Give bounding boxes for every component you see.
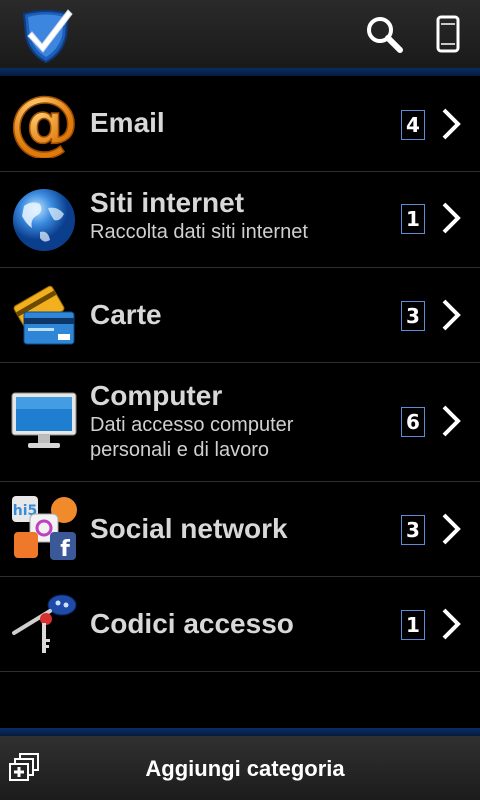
credit-cards-icon <box>13 285 75 345</box>
device-button[interactable] <box>426 12 470 56</box>
category-title: Codici accesso <box>90 608 294 639</box>
footer-divider <box>0 728 480 736</box>
category-row-codici-accesso[interactable]: Codici accesso 1 <box>0 577 480 672</box>
keys-icon <box>12 594 77 653</box>
header-divider <box>0 68 480 76</box>
count-badge: 4 <box>401 110 425 140</box>
search-icon <box>367 17 403 53</box>
chevron-right-icon <box>442 108 461 140</box>
count-badge: 1 <box>401 610 425 640</box>
email-at-icon: @ <box>10 90 78 158</box>
category-title: Email <box>90 107 165 138</box>
chevron-right-icon <box>442 513 461 545</box>
chevron-right-icon <box>442 299 461 331</box>
chevron-right-icon <box>442 608 461 640</box>
app-logo-shield-check-icon <box>22 9 73 64</box>
category-subtitle-line1: Dati accesso computer <box>90 414 294 436</box>
category-row-siti-internet[interactable]: Siti internet Raccolta dati siti interne… <box>0 172 480 268</box>
count-badge: 1 <box>401 204 425 234</box>
count-badge: 3 <box>401 515 425 545</box>
social-network-icon: hi5 f <box>12 496 77 562</box>
svg-text:f: f <box>60 537 70 562</box>
count-badge: 3 <box>401 301 425 331</box>
phone-icon <box>436 15 460 53</box>
globe-icon <box>13 189 75 251</box>
category-title: Social network <box>90 513 288 544</box>
category-row-social-network[interactable]: hi5 f Social network 3 <box>0 482 480 577</box>
top-action-bar <box>0 0 480 68</box>
category-row-email[interactable]: @ Email 4 <box>0 76 480 172</box>
search-button[interactable] <box>362 12 406 56</box>
category-list: @ Email 4 Siti internet Raccolta dati si… <box>0 76 480 672</box>
category-row-carte[interactable]: Carte 3 <box>0 268 480 363</box>
add-category-label: Aggiungi categoria <box>145 756 345 781</box>
category-subtitle-line2: personali e di lavoro <box>90 439 269 461</box>
svg-text:@: @ <box>10 90 78 158</box>
category-title: Siti internet <box>90 187 245 218</box>
add-category-button[interactable]: Aggiungi categoria <box>0 736 480 800</box>
chevron-right-icon <box>442 202 461 234</box>
chevron-right-icon <box>442 405 461 437</box>
category-title: Computer <box>90 380 223 411</box>
category-subtitle: Raccolta dati siti internet <box>90 221 308 243</box>
category-title: Carte <box>90 299 162 330</box>
monitor-icon <box>11 392 77 448</box>
category-row-computer[interactable]: Computer Dati accesso computer personali… <box>0 363 480 482</box>
count-badge: 6 <box>401 407 425 437</box>
